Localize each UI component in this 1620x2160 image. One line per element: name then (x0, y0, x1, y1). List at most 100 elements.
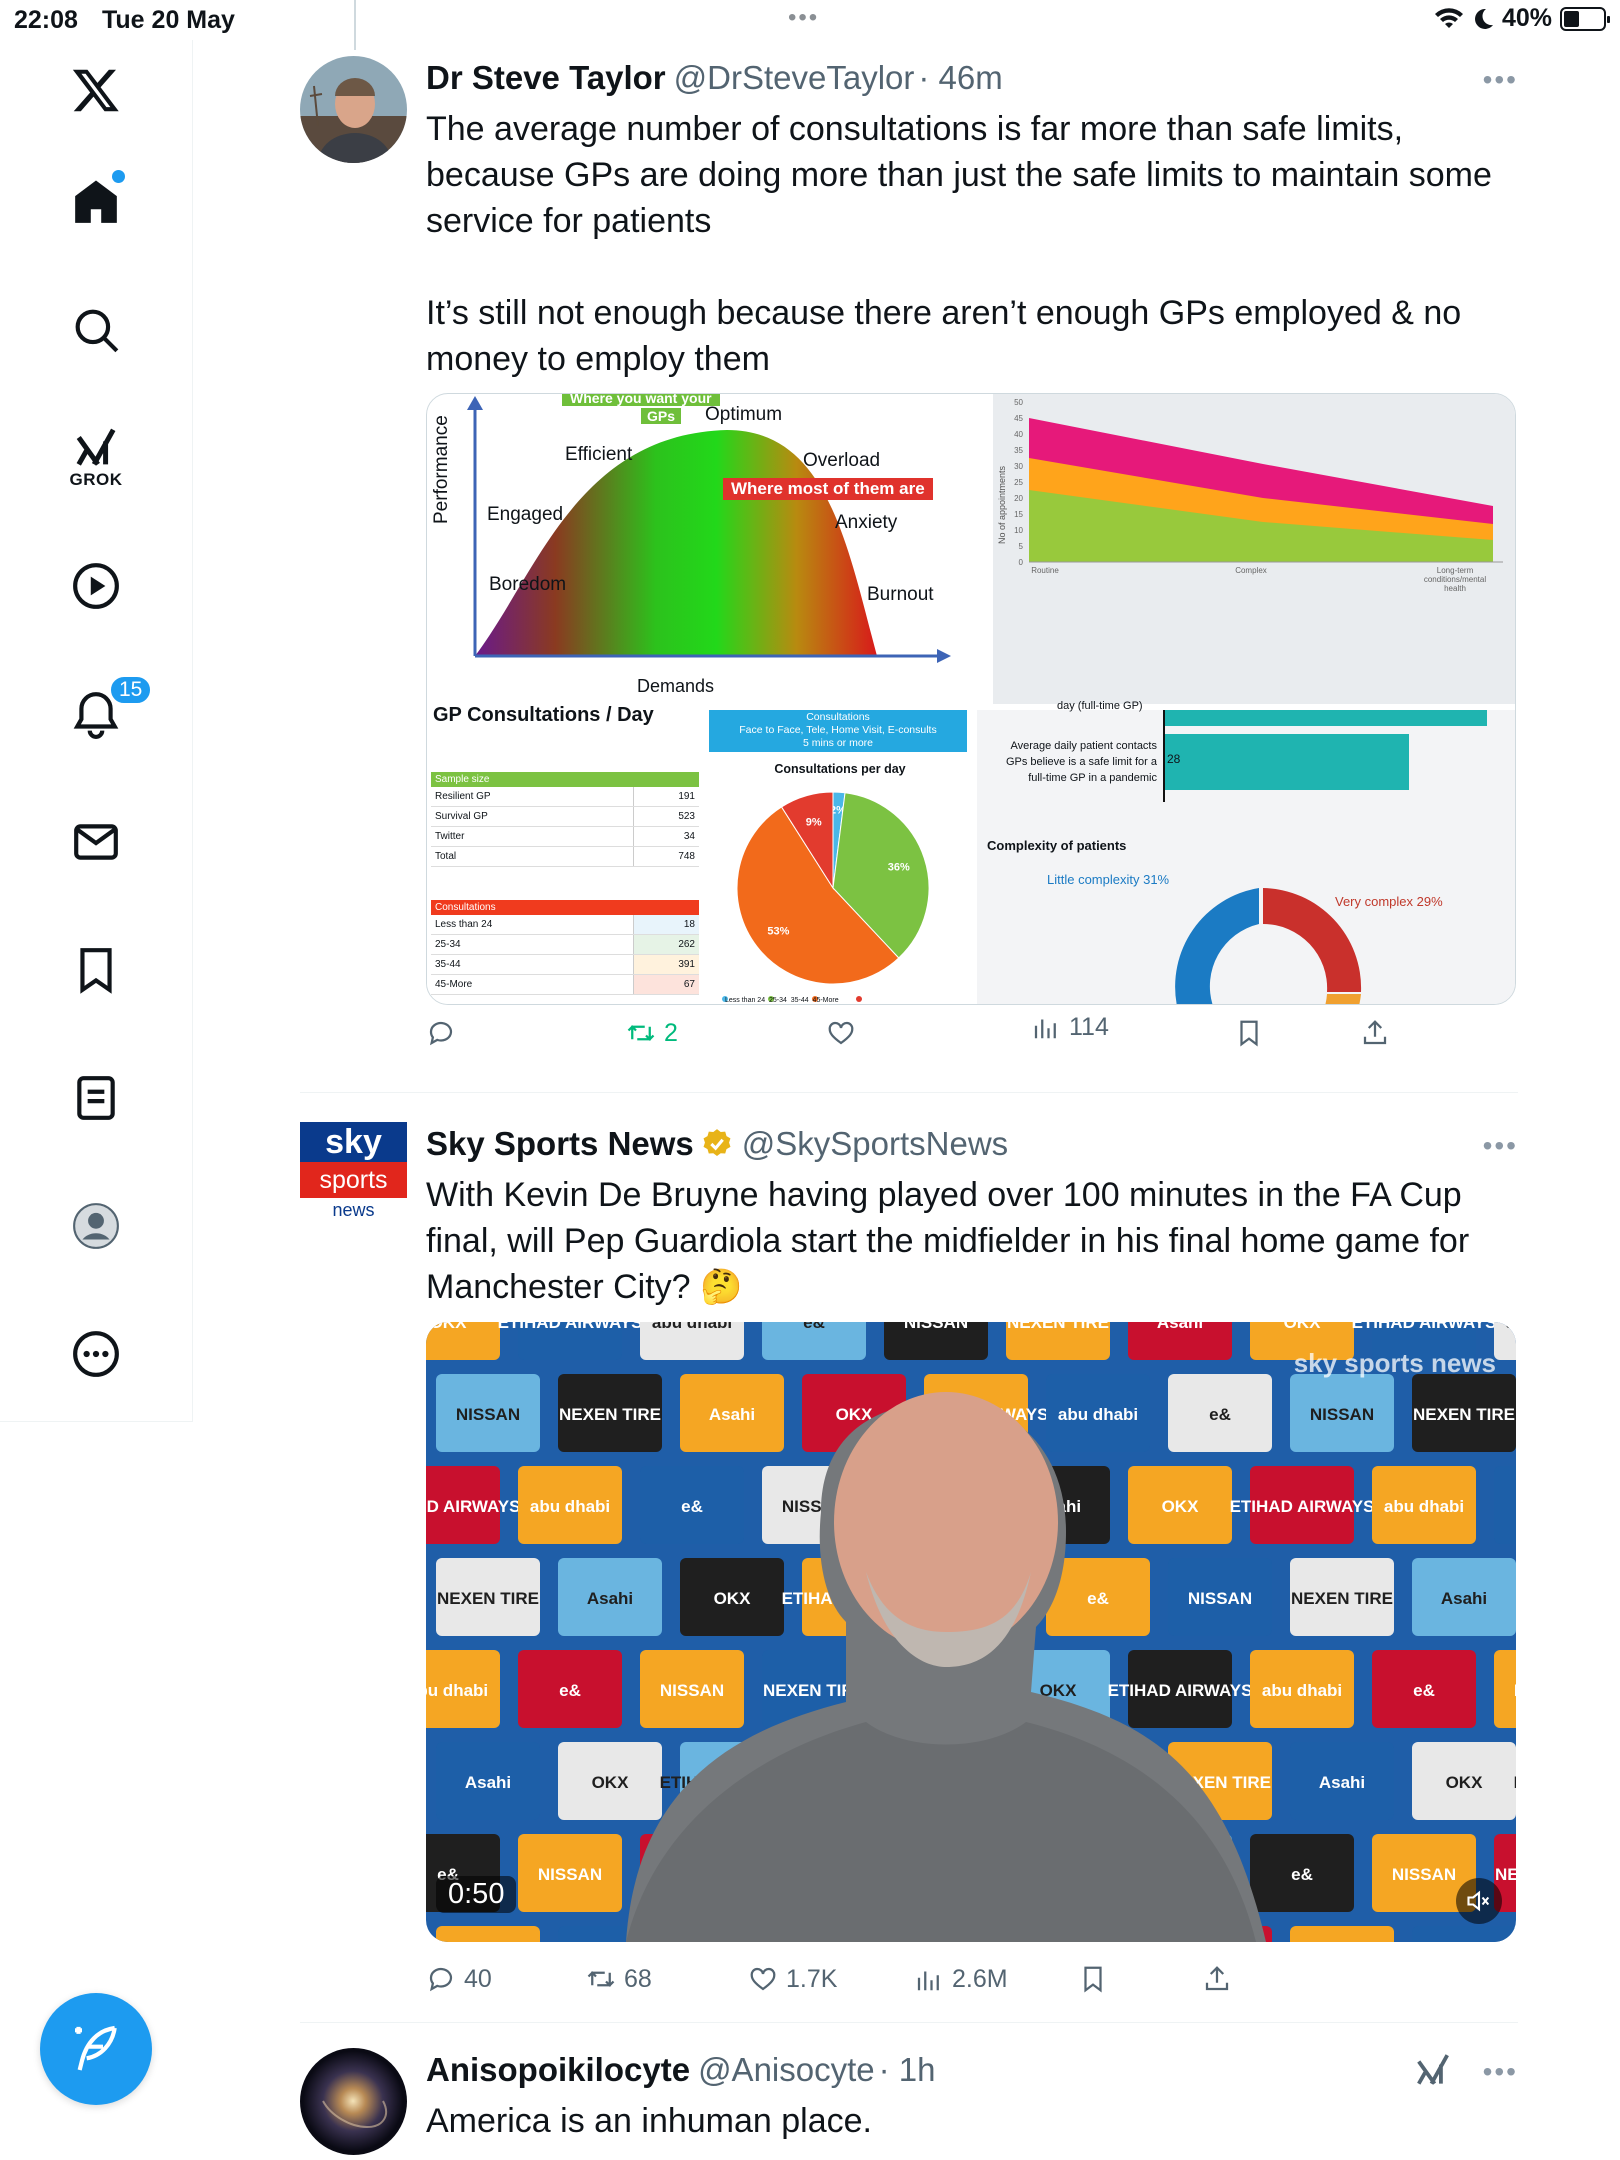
verified-badge-icon (703, 1129, 731, 1157)
tweet-media-grid[interactable]: Performance Demands Where you want your … (426, 393, 1516, 1005)
views-button[interactable]: 2.6M (914, 1964, 1008, 1994)
curve-banner-top: Where you want your (562, 394, 720, 406)
table-row: Resilient GP 191 (431, 787, 699, 807)
author-avatar[interactable] (300, 2048, 407, 2155)
table-title: GP Consultations / Day (433, 704, 654, 726)
like-button[interactable]: 1.7K (748, 1964, 837, 1994)
curve-overload: Overload (803, 450, 881, 471)
like-button[interactable] (826, 1018, 864, 1048)
pie-slice-label: 53% (767, 925, 789, 937)
new-posts-dot (112, 170, 125, 183)
table-row-label: 25-34 (435, 939, 461, 950)
area-y-tick: 40 (1014, 430, 1023, 439)
tweet-text: The average number of consultations is f… (426, 110, 1492, 378)
notifications-bell-icon[interactable]: 15 (50, 668, 154, 760)
table-row-label: 35-44 (435, 959, 461, 970)
repost-button[interactable]: 2 (626, 1018, 678, 1048)
share-icon (1205, 1966, 1229, 1991)
author-name[interactable]: Dr Steve Taylor (426, 59, 666, 97)
tweet[interactable]: sky sports news Sky Sports News @SkySpor… (300, 1122, 1518, 2022)
more-options-icon[interactable]: ••• (1483, 2056, 1518, 2088)
appointments-area-chart[interactable]: No of appointments 50 45 40 35 30 25 20 15 10 5 0 R… (993, 394, 1515, 704)
author-name[interactable]: Anisopoikilocyte (426, 2051, 690, 2089)
home-icon[interactable] (50, 156, 142, 248)
safe-limit-and-complexity-image[interactable]: day (full-time GP) 28 Average daily pati… (977, 700, 1515, 1004)
area-x-tick: Routine (1031, 566, 1059, 575)
sky-logo-top: sky (300, 1122, 407, 1162)
muted-speaker-icon (1467, 1890, 1490, 1912)
heart-icon (750, 1967, 776, 1991)
share-button[interactable] (1360, 1018, 1390, 1048)
table-row-value: 18 (633, 915, 699, 934)
author-handle[interactable]: @SkySportsNews (742, 1125, 1008, 1163)
repost-button[interactable]: 68 (586, 1964, 652, 1994)
table-row-value: 262 (633, 935, 699, 954)
search-icon[interactable] (50, 284, 142, 376)
post-time[interactable]: · 46m (918, 59, 1002, 97)
views-count: 114 (1069, 1012, 1109, 1041)
consultations-table-image[interactable]: GP Consultations / Day Sample size Resil… (427, 704, 702, 1004)
tweet[interactable]: Anisopoikilocyte @Anisocyte · 1h ••• Ame… (300, 2048, 1518, 2160)
share-icon (1363, 1020, 1387, 1045)
tweet[interactable]: Dr Steve Taylor @DrSteveTaylor · 46m •••… (300, 56, 1518, 1056)
lists-icon[interactable] (50, 1052, 142, 1144)
reply-icon (429, 1967, 453, 1992)
grok-icon[interactable]: GROK (50, 412, 142, 504)
tweet-text: America is an inhuman place. (426, 2102, 873, 2140)
more-options-icon[interactable] (50, 1308, 142, 1400)
multitask-dots-icon[interactable]: ••• (788, 4, 819, 32)
pie-slice-label: 9% (806, 817, 822, 829)
area-y-tick: 5 (1019, 542, 1024, 551)
table-row-label: Survival GP (435, 811, 488, 822)
sample-size-table: Sample size Resilient GP 191 Survival GP 52… (431, 772, 699, 867)
tweet-actions: 40 68 1.7K 2.6M (426, 1964, 1518, 2014)
video-play-icon[interactable] (50, 540, 142, 632)
area-y-tick: 45 (1014, 414, 1023, 423)
pie-slice-label: 36% (888, 862, 910, 874)
x-logo-icon[interactable] (50, 44, 142, 136)
heart-icon (828, 1021, 854, 1045)
messages-envelope-icon[interactable] (50, 796, 142, 888)
like-count: 1.7K (786, 1964, 838, 1993)
bookmarks-icon[interactable] (50, 924, 142, 1016)
more-options-icon[interactable]: ••• (1483, 1130, 1518, 1162)
repost-count: 2 (664, 1018, 678, 1047)
area-y-tick: 35 (1014, 446, 1023, 455)
grok-icon[interactable] (1414, 2052, 1452, 2090)
reply-button[interactable]: 40 (426, 1964, 492, 1994)
grok-label: GROK (69, 470, 123, 489)
battery-percent: 40% (1501, 4, 1552, 32)
performance-curve-image[interactable]: Performance Demands Where you want your … (427, 394, 990, 704)
tweet-actions: 2 114 (426, 1013, 1518, 1068)
donut-other-segment (1325, 994, 1361, 1004)
bookmark-icon (1240, 1020, 1258, 1047)
consultations-pie-chart[interactable]: Consultations Face to Face, Tele, Home V… (705, 710, 975, 1004)
curve-where-most: Where most of them are (723, 478, 933, 500)
author-handle[interactable]: @Anisocyte (698, 2051, 875, 2089)
author-name[interactable]: Sky Sports News (426, 1125, 694, 1163)
table-row-value: 191 (633, 787, 699, 806)
author-avatar[interactable]: sky sports news (300, 1122, 407, 1222)
battery-icon (1560, 6, 1610, 31)
table-row-label: Twitter (435, 831, 465, 842)
reply-button[interactable] (426, 1018, 464, 1048)
curve-boredom: Boredom (489, 574, 567, 595)
table-row: 25-34 262 (431, 935, 699, 955)
sky-logo-mid: sports (300, 1162, 407, 1198)
more-options-icon[interactable]: ••• (1483, 64, 1518, 96)
share-button[interactable] (1202, 1964, 1232, 1994)
profile-avatar-icon[interactable] (50, 1180, 142, 1272)
views-button[interactable]: 114 (1031, 1012, 1109, 1042)
bookmark-button[interactable] (1234, 1018, 1264, 1048)
author-avatar[interactable] (300, 56, 407, 163)
tweet-video[interactable]: OKX ETIHAD AIRWAYS abu dhabi e& NISSAN NEXEN … (426, 1322, 1516, 1942)
area-x-tick: Long-term conditions/mental health (1424, 566, 1486, 593)
tweet-divider (300, 1092, 1518, 1093)
author-handle[interactable]: @DrSteveTaylor (674, 59, 915, 97)
post-time[interactable]: · 1h (879, 2051, 936, 2089)
table-row-label: Resilient GP (435, 791, 491, 802)
bookmark-button[interactable] (1078, 1964, 1108, 1994)
compose-post-button[interactable] (40, 1993, 152, 2105)
reply-count: 40 (464, 1964, 492, 1993)
mute-button[interactable] (1456, 1878, 1502, 1924)
